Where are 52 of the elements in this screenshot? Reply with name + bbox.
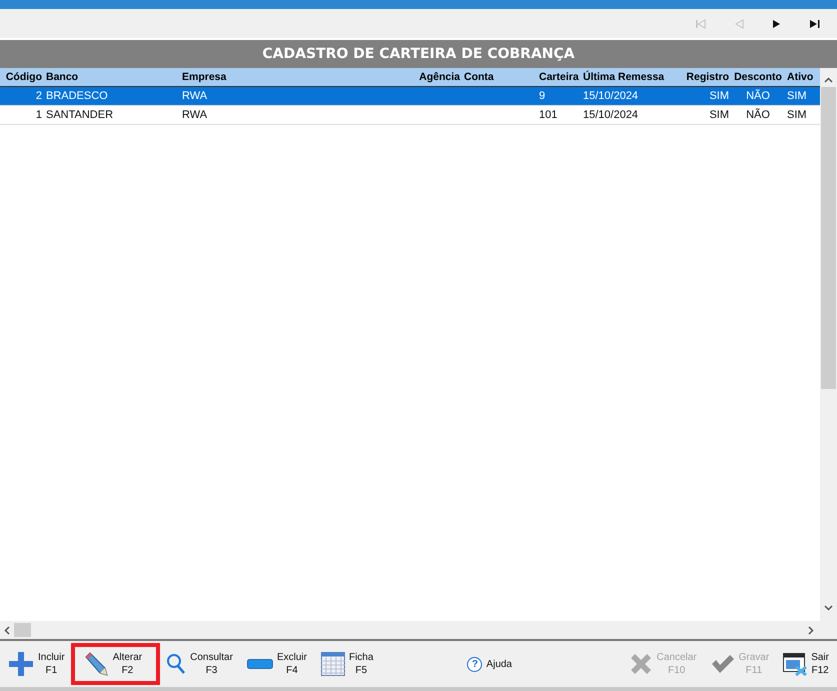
column-header[interactable]: Ativo xyxy=(785,71,819,83)
table-cell: RWA xyxy=(182,109,208,121)
pencil-icon xyxy=(82,651,109,677)
column-header[interactable]: Agência xyxy=(399,71,462,83)
plus-icon xyxy=(8,651,34,677)
toolbar-button[interactable]: ? Ajuda xyxy=(463,654,516,674)
toolbar-button[interactable]: Excluir F4 xyxy=(242,649,311,679)
column-header[interactable]: Carteira xyxy=(537,71,581,83)
toolbar-button[interactable]: Sair F12 xyxy=(779,649,833,679)
column-header[interactable]: Banco xyxy=(44,71,180,83)
column-header[interactable]: Registro xyxy=(675,71,731,83)
scroll-left-icon[interactable] xyxy=(4,626,10,634)
table-cell: NÃO xyxy=(746,109,770,121)
table-cell: BRADESCO xyxy=(46,90,108,102)
table-cell: SIM xyxy=(709,109,729,121)
column-header[interactable]: Desconto xyxy=(731,71,785,83)
scroll-up-icon[interactable] xyxy=(824,77,833,83)
table-cell: SIM xyxy=(709,90,729,102)
table-cell: NÃO xyxy=(746,90,770,102)
column-header[interactable]: Conta xyxy=(462,71,537,83)
scrollbar-thumb[interactable] xyxy=(14,623,31,637)
table-row[interactable]: 1 SANTANDER RWA 101 15/10/2024 SIM NÃO SIM xyxy=(0,106,820,125)
table-cell: 9 xyxy=(539,90,546,102)
table-cell: SIM xyxy=(787,109,807,121)
search-icon xyxy=(166,653,186,675)
table-cell: 15/10/2024 xyxy=(583,90,638,102)
window-exit-icon xyxy=(783,652,808,676)
table-cell: SIM xyxy=(787,90,807,102)
table-cell: 2 xyxy=(36,90,42,102)
column-header[interactable]: Código xyxy=(0,71,44,83)
table-cell: SANTANDER xyxy=(46,109,114,121)
table-cell: RWA xyxy=(182,90,208,102)
scroll-right-icon[interactable] xyxy=(808,626,814,634)
skip-last-icon[interactable] xyxy=(809,18,821,28)
toolbar-button[interactable]: Alterar F2 xyxy=(74,647,156,681)
table-row[interactable]: 2 BRADESCO RWA 9 15/10/2024 SIM NÃO SIM xyxy=(0,87,820,106)
column-header[interactable]: Empresa xyxy=(180,71,399,83)
help-icon: ? xyxy=(467,656,482,672)
calendar-grid-icon xyxy=(320,652,345,676)
table-cell: 1 xyxy=(36,109,42,121)
minus-icon xyxy=(246,659,273,669)
toolbar-button[interactable]: Incluir F1 xyxy=(4,649,69,679)
checkmark-icon xyxy=(710,654,735,674)
toolbar-button[interactable]: Ficha F5 xyxy=(316,649,378,679)
toolbar-button[interactable]: Consultar F3 xyxy=(162,649,237,679)
column-header[interactable]: Última Remessa xyxy=(581,71,675,83)
table-cell: 15/10/2024 xyxy=(583,109,638,121)
scroll-down-icon[interactable] xyxy=(824,605,833,611)
table-cell: 101 xyxy=(539,109,558,121)
scrollbar-thumb[interactable] xyxy=(821,87,836,389)
form-title: CADASTRO DE CARTEIRA DE COBRANÇA xyxy=(0,40,837,68)
close-icon xyxy=(628,652,653,676)
